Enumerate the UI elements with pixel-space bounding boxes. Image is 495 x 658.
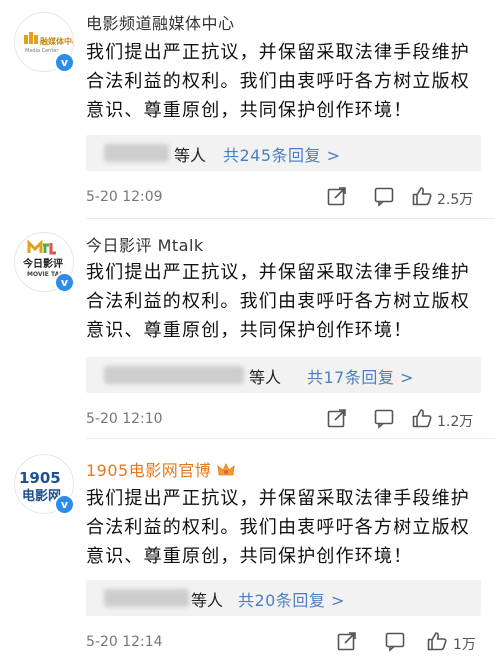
like-icon[interactable] bbox=[411, 407, 433, 429]
avatar[interactable]: 今日影评 MOVIE TAL v bbox=[14, 232, 75, 293]
verified-badge-icon: v bbox=[54, 494, 75, 515]
comment-icon[interactable] bbox=[384, 630, 406, 652]
avatar[interactable]: 1905 电影网 v bbox=[14, 454, 75, 515]
like-count: 1万 bbox=[453, 637, 476, 653]
reply-users-suffix: 等人 bbox=[174, 146, 207, 165]
like-icon[interactable] bbox=[426, 630, 448, 652]
blurred-usernames bbox=[104, 366, 244, 384]
reply-users-suffix: 等人 bbox=[191, 591, 224, 610]
blurred-usernames bbox=[104, 589, 189, 607]
comment-text: 我们提出严正抗议，并保留采取法律手段维护合法利益的权利。我们由衷呼吁各方树立版权… bbox=[86, 42, 470, 121]
vip-crown-icon bbox=[217, 463, 235, 476]
divider bbox=[86, 218, 495, 219]
divider bbox=[86, 438, 495, 439]
like-count: 2.5万 bbox=[437, 192, 474, 208]
verified-badge-icon: v bbox=[54, 52, 75, 73]
comment-item: 融媒体中心 Media Center v 电影频道融媒体中心 我们提出严正抗议，… bbox=[0, 0, 495, 220]
comment-text: 我们提出严正抗议，并保留采取法律手段维护合法利益的权利。我们由衷呼吁各方树立版权… bbox=[86, 488, 470, 567]
comment-meta-row: 5-20 12:14 1万 bbox=[86, 630, 481, 656]
comment-time: 5-20 12:09 bbox=[86, 189, 163, 205]
avatar-logo-text: 融媒体中心 bbox=[40, 36, 73, 46]
like-count: 1.2万 bbox=[437, 414, 474, 430]
comment-time: 5-20 12:10 bbox=[86, 411, 163, 427]
reply-summary[interactable]: 等人 共20条回复 > bbox=[86, 580, 481, 616]
reply-count-link[interactable]: 共20条回复 > bbox=[238, 587, 345, 611]
comment-time: 5-20 12:14 bbox=[86, 634, 163, 650]
reply-summary[interactable]: 等人 共245条回复 > bbox=[86, 135, 481, 171]
reply-count-link[interactable]: 共17条回复 > bbox=[307, 364, 414, 388]
comment-item: 1905 电影网 v 1905电影网官博 我们提出严正抗议，并保留采取法律手段维… bbox=[0, 440, 495, 658]
avatar-logo-text: 今日影评 bbox=[22, 257, 63, 270]
avatar-logo-subtext: Media Center bbox=[25, 48, 59, 54]
comment-item: 今日影评 MOVIE TAL v 今日影评 Mtalk 我们提出严正抗议，并保留… bbox=[0, 220, 495, 440]
share-icon[interactable] bbox=[326, 185, 348, 207]
avatar[interactable]: 融媒体中心 Media Center v bbox=[14, 12, 80, 73]
reply-users-suffix: 等人 bbox=[249, 368, 282, 387]
avatar-logo-text: 1905 bbox=[19, 469, 61, 487]
comment-icon[interactable] bbox=[373, 185, 395, 207]
comment-icon[interactable] bbox=[373, 407, 395, 429]
share-icon[interactable] bbox=[336, 630, 358, 652]
blurred-usernames bbox=[104, 144, 169, 162]
verified-badge-icon: v bbox=[54, 272, 75, 293]
like-icon[interactable] bbox=[411, 185, 433, 207]
commenter-name[interactable]: 1905电影网官博 bbox=[86, 457, 235, 481]
reply-summary[interactable]: 等人 共17条回复 > bbox=[86, 357, 481, 393]
share-icon[interactable] bbox=[326, 407, 348, 429]
reply-count-link[interactable]: 共245条回复 > bbox=[223, 142, 341, 166]
commenter-name[interactable]: 今日影评 Mtalk bbox=[86, 232, 204, 256]
commenter-name-text: 1905电影网官博 bbox=[86, 461, 212, 480]
comment-meta-row: 5-20 12:09 2.5万 bbox=[86, 185, 481, 211]
commenter-name[interactable]: 电影频道融媒体中心 bbox=[86, 10, 235, 34]
comment-meta-row: 5-20 12:10 1.2万 bbox=[86, 407, 481, 433]
comment-text: 我们提出严正抗议，并保留采取法律手段维护合法利益的权利。我们由衷呼吁各方树立版权… bbox=[86, 262, 470, 341]
